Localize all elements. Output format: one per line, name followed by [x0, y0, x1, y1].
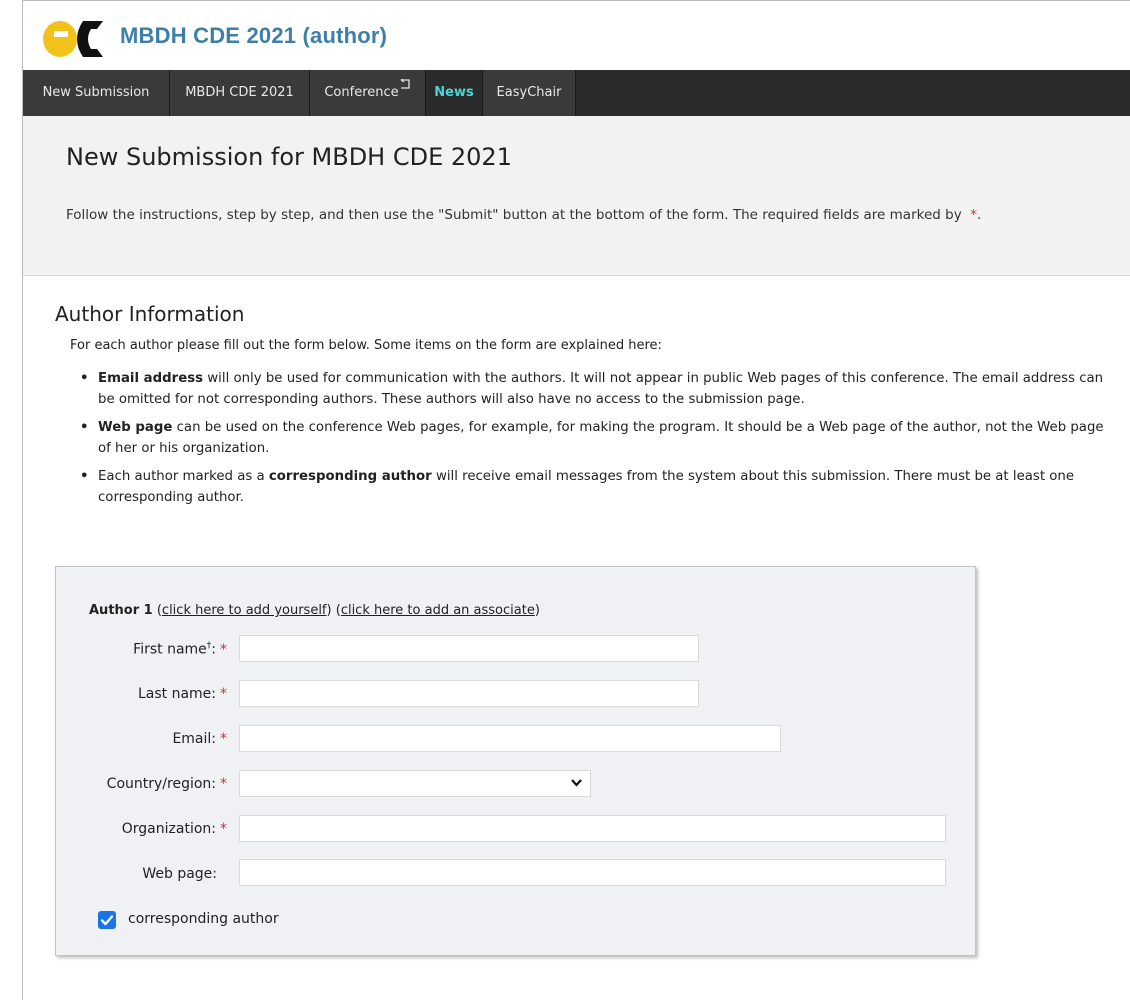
- add-yourself-link[interactable]: click here to add yourself: [162, 603, 327, 618]
- header: MBDH CDE 2021 (author): [23, 1, 1130, 70]
- organization-label-text: Organization:: [121, 821, 216, 837]
- bullet-corresponding-prefix: Each author marked as a: [98, 469, 269, 484]
- bullet-email: • Email address will only be used for com…: [70, 368, 1120, 410]
- paren-close: ): [534, 603, 540, 618]
- checkmark-icon: [100, 915, 114, 926]
- nav-conference-label: Conference: [324, 85, 399, 100]
- main-navigation: New Submission MBDH CDE 2021 Conference …: [23, 70, 1130, 116]
- bullet-webpage: • Web page can be used on the conference …: [70, 417, 1120, 459]
- add-associate-link[interactable]: click here to add an associate: [341, 603, 535, 618]
- first-name-label-text: First name: [133, 641, 207, 658]
- country-label: Country/region: *: [107, 776, 227, 792]
- chevron-down-icon: [571, 779, 582, 787]
- email-field[interactable]: [239, 725, 781, 752]
- author-1-heading: Author 1 (click here to add yourself) (c…: [89, 603, 540, 618]
- author-information-title: Author Information: [55, 302, 245, 326]
- instructions-text: Follow the instructions, step by step, a…: [66, 207, 962, 223]
- web-page-label-text: Web page:: [142, 866, 217, 882]
- nav-mbdh-cde-2021[interactable]: MBDH CDE 2021: [170, 70, 310, 116]
- bullet-dot-icon: •: [80, 420, 89, 435]
- nav-mbdh-label: MBDH CDE 2021: [185, 85, 294, 100]
- required-marker: *: [220, 641, 227, 658]
- required-marker: *: [220, 776, 227, 792]
- author-1-label: Author 1: [89, 603, 153, 618]
- last-name-field[interactable]: [239, 680, 699, 707]
- page-title: New Submission for MBDH CDE 2021: [66, 143, 512, 171]
- nav-new-submission[interactable]: New Submission: [23, 70, 170, 116]
- country-label-text: Country/region:: [106, 776, 216, 792]
- web-page-label: Web page:: [142, 866, 217, 882]
- last-name-label: Last name: *: [138, 686, 227, 702]
- last-name-label-text: Last name:: [137, 686, 216, 702]
- author-info-bullets: • Email address will only be used for com…: [70, 368, 1120, 515]
- required-marker: *: [220, 686, 227, 702]
- first-name-label: First name†: *: [133, 641, 227, 658]
- bullet-webpage-text: can be used on the conference Web pages,…: [98, 420, 1104, 456]
- instructions-end: .: [977, 207, 982, 223]
- bullet-webpage-bold: Web page: [98, 420, 173, 435]
- app-title[interactable]: MBDH CDE 2021 (author): [120, 23, 387, 49]
- bullet-dot-icon: •: [80, 371, 89, 386]
- organization-label: Organization: *: [122, 821, 227, 837]
- email-label: Email: *: [172, 731, 227, 747]
- organization-field[interactable]: [239, 815, 946, 842]
- required-marker: *: [220, 821, 227, 837]
- intro-panel: New Submission for MBDH CDE 2021 Follow …: [23, 116, 1130, 276]
- bullet-dot-icon: •: [80, 469, 89, 484]
- nav-easychair[interactable]: EasyChair: [483, 70, 576, 116]
- country-select[interactable]: [239, 770, 591, 797]
- return-arrow-icon: [400, 79, 410, 89]
- bullet-corresponding: • Each author marked as a corresponding a…: [70, 466, 1120, 508]
- corresponding-author-label[interactable]: corresponding author: [128, 911, 279, 927]
- bullet-email-bold: Email address: [98, 371, 204, 386]
- author-information-intro: For each author please fill out the form…: [70, 338, 662, 353]
- bullet-corresponding-bold: corresponding author: [268, 469, 432, 484]
- email-label-text: Email:: [172, 731, 216, 747]
- first-name-field[interactable]: [239, 635, 699, 662]
- instructions: Follow the instructions, step by step, a…: [66, 205, 1106, 226]
- author-1-form: Author 1 (click here to add yourself) (c…: [55, 566, 976, 956]
- bullet-email-text: will only be used for communication with…: [98, 371, 1104, 407]
- paren-close: ): [326, 603, 332, 618]
- required-marker: *: [220, 731, 227, 747]
- easychair-logo-icon[interactable]: [41, 19, 105, 59]
- corresponding-author-checkbox[interactable]: [98, 911, 116, 929]
- nav-conference[interactable]: Conference: [310, 70, 426, 116]
- nav-news[interactable]: News: [426, 70, 483, 116]
- web-page-field[interactable]: [239, 859, 946, 886]
- first-name-colon: :: [211, 641, 216, 658]
